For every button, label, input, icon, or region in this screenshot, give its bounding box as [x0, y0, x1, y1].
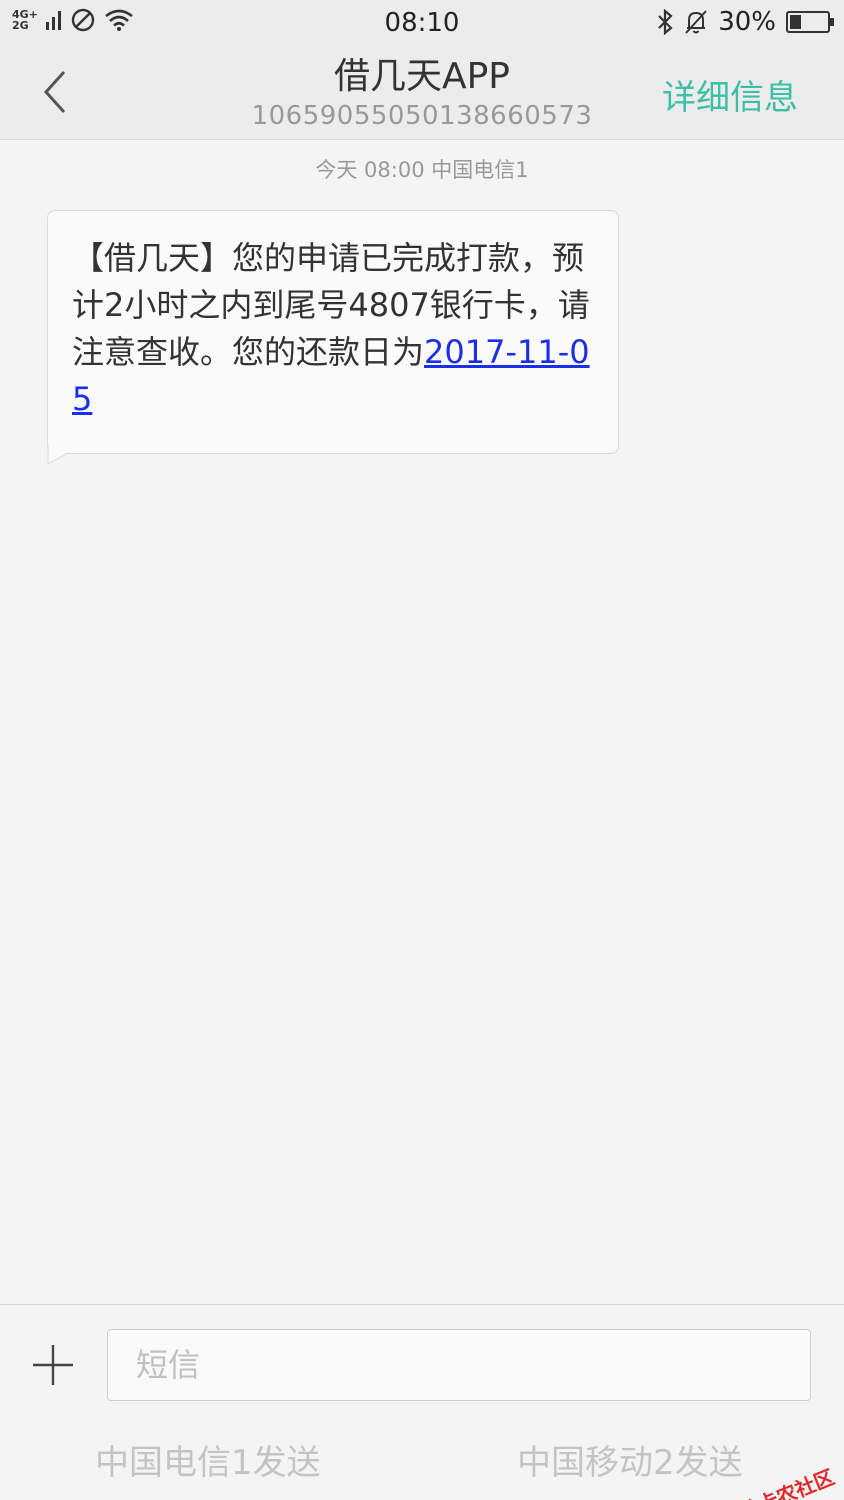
conversation-header: 借几天APP 10659055050138660573 详细信息 — [0, 46, 844, 140]
attach-button[interactable] — [26, 1335, 80, 1395]
battery-percent: 30% — [718, 7, 776, 37]
details-button[interactable]: 详细信息 — [662, 70, 798, 119]
signal-icon — [46, 11, 61, 30]
watermark-logo: 卡农社区 — [731, 1461, 838, 1500]
watermark-text: 卡农社区 — [754, 1464, 838, 1500]
battery-icon — [786, 11, 834, 33]
back-button[interactable] — [30, 64, 80, 120]
send-sim2-button[interactable]: 中国移动2发送 — [517, 1435, 743, 1484]
status-left: 4G+ 2G — [12, 7, 134, 33]
status-bar: 4G+ 2G 08:10 30% — [0, 0, 844, 46]
send-sim1-button[interactable]: 中国电信1发送 — [95, 1435, 321, 1484]
bluetooth-icon — [658, 9, 673, 35]
chevron-left-icon — [43, 70, 66, 114]
wifi-icon — [105, 9, 133, 31]
alarm-off-icon — [685, 10, 707, 34]
contact-title-block: 借几天APP 10659055050138660573 — [200, 54, 644, 132]
contact-name: 借几天APP — [333, 56, 511, 97]
status-right: 30% — [656, 7, 834, 37]
sms-input[interactable] — [107, 1329, 811, 1401]
network-type: 4G+ 2G — [12, 9, 38, 31]
no-disturb-icon — [71, 8, 95, 32]
message-body: 【借几天】您的申请已完成打款，预计2小时之内到尾号4807银行卡，请注意查收。您… — [72, 235, 598, 423]
battery-level — [790, 15, 801, 29]
network-type-bottom: 2G — [12, 19, 29, 32]
plus-icon — [33, 1345, 73, 1385]
message-timestamp: 今天 08:00 中国电信1 — [315, 158, 529, 182]
bubble-tail — [47, 445, 69, 465]
contact-number: 10659055050138660573 — [251, 101, 593, 131]
compose-bar: 中国电信1发送 中国移动2发送 卡农社区 — [0, 1304, 844, 1500]
message-bubble[interactable]: 【借几天】您的申请已完成打款，预计2小时之内到尾号4807银行卡，请注意查收。您… — [47, 210, 619, 454]
